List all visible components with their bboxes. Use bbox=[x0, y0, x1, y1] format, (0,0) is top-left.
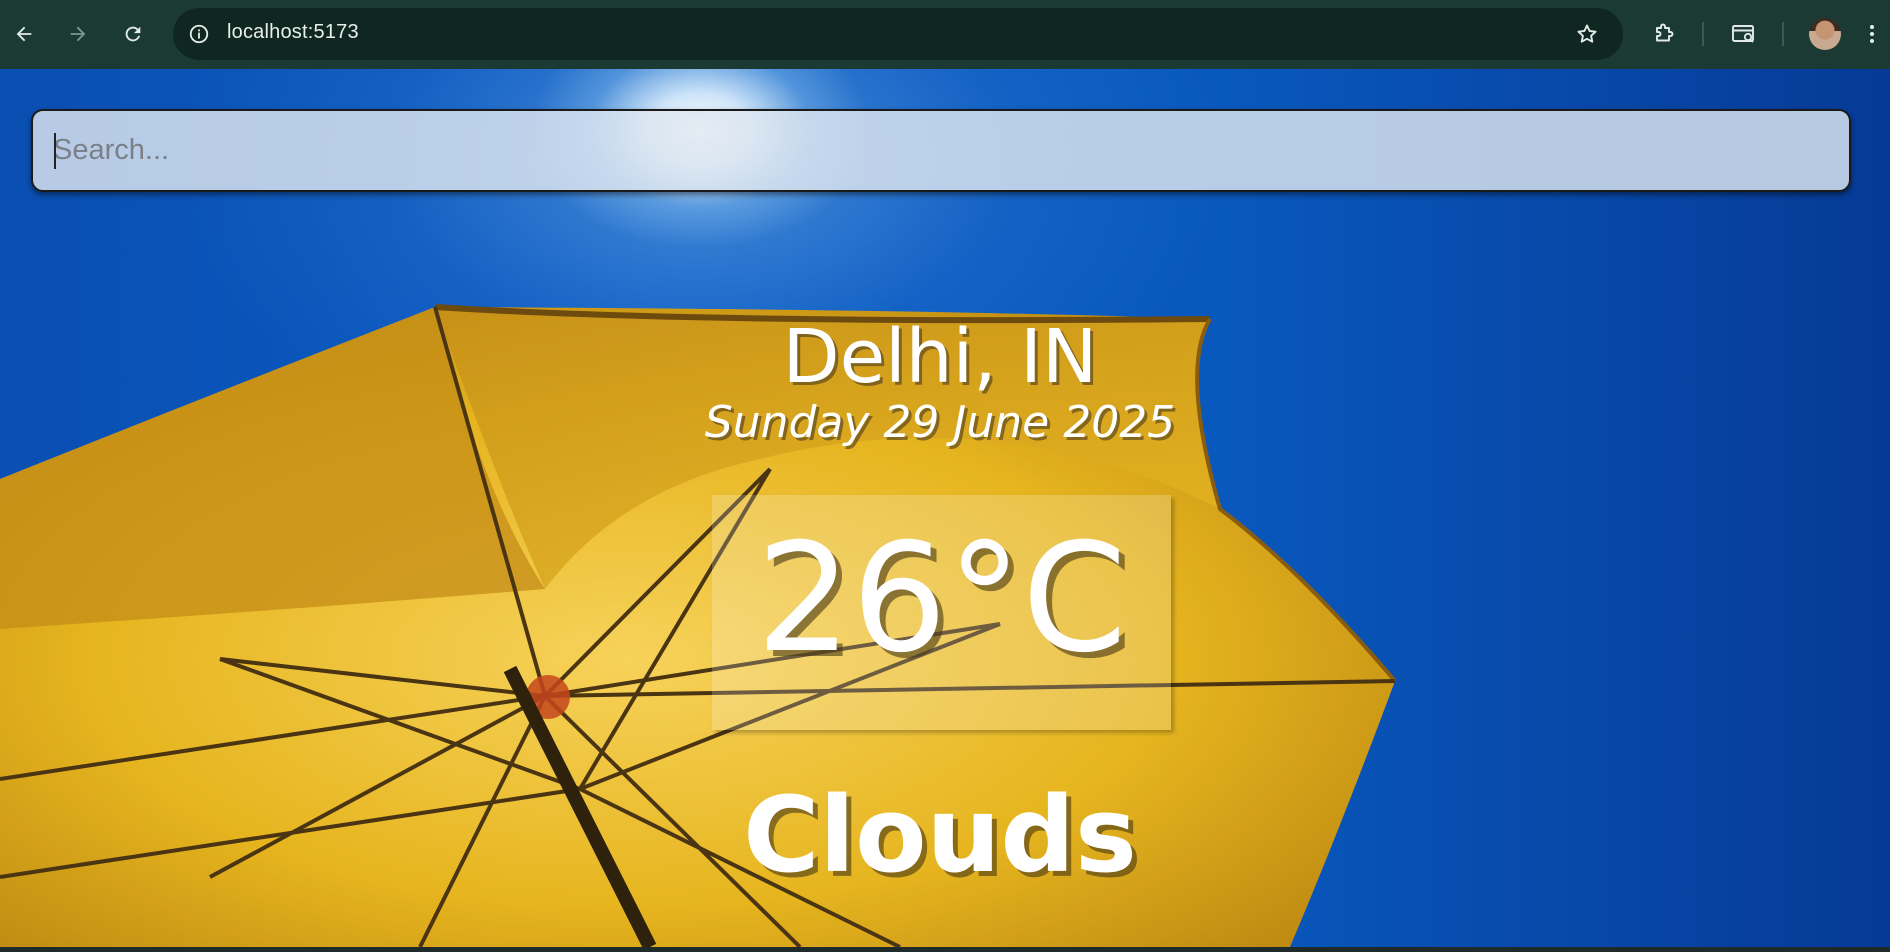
search-bar[interactable] bbox=[31, 109, 1851, 192]
info-icon bbox=[189, 24, 209, 44]
toolbar-divider bbox=[1702, 22, 1704, 46]
puzzle-icon bbox=[1656, 23, 1674, 42]
browser-toolbar: localhost:5173 bbox=[0, 0, 1890, 69]
extensions-button[interactable] bbox=[1647, 17, 1681, 51]
arrow-right-icon bbox=[70, 26, 86, 42]
reload-button[interactable] bbox=[116, 17, 150, 51]
star-icon bbox=[1577, 24, 1597, 43]
current-date: Sunday 29 June 2025 bbox=[704, 397, 1176, 448]
address-bar[interactable]: localhost:5173 bbox=[173, 8, 1623, 60]
arrow-left-icon bbox=[16, 26, 32, 42]
search-input[interactable] bbox=[33, 111, 1849, 190]
weather-condition: Clouds bbox=[743, 774, 1137, 896]
temperature-value: 26°C bbox=[756, 512, 1127, 686]
back-button[interactable] bbox=[7, 17, 41, 51]
profile-avatar[interactable] bbox=[1809, 18, 1841, 50]
url-text[interactable]: localhost:5173 bbox=[227, 21, 359, 44]
forward-button[interactable] bbox=[61, 17, 95, 51]
toolbar-divider bbox=[1782, 22, 1784, 46]
window-bottom-edge bbox=[0, 947, 1890, 952]
weather-app: Delhi, IN Sunday 29 June 2025 26°C Cloud… bbox=[0, 69, 1890, 947]
bookmark-button[interactable] bbox=[1571, 18, 1603, 50]
tab-search-icon bbox=[1732, 25, 1754, 43]
site-info-button[interactable] bbox=[183, 18, 215, 50]
tab-search-button[interactable] bbox=[1727, 17, 1761, 51]
more-menu-button[interactable] bbox=[1862, 17, 1882, 51]
reload-icon bbox=[125, 26, 141, 42]
more-vert-icon bbox=[1870, 25, 1874, 43]
text-caret bbox=[54, 133, 56, 169]
location-title: Delhi, IN bbox=[782, 314, 1098, 400]
